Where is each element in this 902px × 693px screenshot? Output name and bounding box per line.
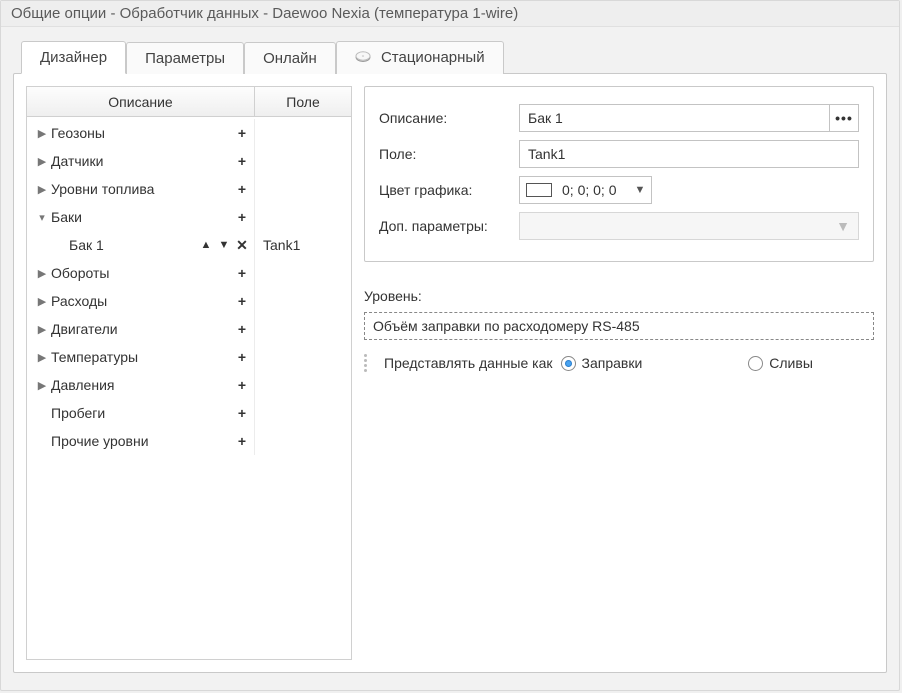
add-icon[interactable]: + <box>234 125 250 141</box>
properties-group: Описание: ••• Поле: <box>364 86 874 262</box>
tree-row-fuel-levels[interactable]: ▶Уровни топлива+ <box>27 175 351 203</box>
disk-icon <box>355 50 371 67</box>
field-input[interactable] <box>519 140 859 168</box>
expand-icon[interactable]: ▶ <box>35 155 49 168</box>
label-field: Поле: <box>379 146 519 162</box>
radio-drain[interactable]: Сливы <box>748 355 813 371</box>
tab-panel: Описание Поле ▶Геозоны+ ▶Датчики+ <box>13 73 887 673</box>
label-represent: Представлять данные как <box>384 355 553 371</box>
tree-node-label: Датчики <box>49 153 234 169</box>
collapse-icon[interactable]: ▾ <box>35 211 49 224</box>
tree-row-mileage[interactable]: ▶Пробеги+ <box>27 399 351 427</box>
represent-row: Представлять данные как Заправки Сливы <box>364 354 874 372</box>
label-description: Описание: <box>379 110 519 126</box>
tree-node-label: Пробеги <box>49 405 234 421</box>
level-dropzone[interactable]: Объём заправки по расходомеру RS-485 <box>364 312 874 340</box>
tree-node-label: Расходы <box>49 293 234 309</box>
chevron-down-icon: ▼ <box>634 184 645 196</box>
tab-online[interactable]: Онлайн <box>244 42 336 74</box>
tree-row-geozones[interactable]: ▶Геозоны+ <box>27 119 351 147</box>
tree-body: ▶Геозоны+ ▶Датчики+ ▶Уровни топлива+ <box>27 117 351 659</box>
label-level: Уровень: <box>364 288 874 304</box>
description-browse-button[interactable]: ••• <box>829 104 859 132</box>
window: Общие опции - Обработчик данных - Daewoo… <box>0 0 900 691</box>
tree-row-other-levels[interactable]: ▶Прочие уровни+ <box>27 427 351 455</box>
content-area: Дизайнер Параметры Онлайн Стационарный О… <box>1 27 899 687</box>
tree-row-sensors[interactable]: ▶Датчики+ <box>27 147 351 175</box>
tab-designer[interactable]: Дизайнер <box>21 41 126 74</box>
radio-icon <box>748 356 763 371</box>
tree-row-engines[interactable]: ▶Двигатели+ <box>27 315 351 343</box>
tree-node-label: Геозоны <box>49 125 234 141</box>
spacer: ▶ <box>35 407 49 420</box>
label-color: Цвет графика: <box>379 182 519 198</box>
expand-icon[interactable]: ▶ <box>35 351 49 364</box>
tree-node-label: Уровни топлива <box>49 181 234 197</box>
delete-icon[interactable]: ✕ <box>234 237 250 253</box>
level-text: Объём заправки по расходомеру RS-485 <box>373 318 640 334</box>
tree-node-label: Баки <box>49 209 234 225</box>
tree-node-label: Бак 1 <box>49 237 198 253</box>
add-icon[interactable]: + <box>234 321 250 337</box>
radio-label: Заправки <box>582 355 643 371</box>
tree-row-tanks[interactable]: ▾Баки+ <box>27 203 351 231</box>
expand-icon[interactable]: ▶ <box>35 295 49 308</box>
move-up-icon[interactable]: ▲ <box>198 237 214 253</box>
radio-label: Сливы <box>769 355 813 371</box>
add-icon[interactable]: + <box>234 405 250 421</box>
tree-row-tank1[interactable]: ▶ Бак 1 ▲ ▼ ✕ Tank1 <box>27 231 351 259</box>
expand-icon[interactable]: ▶ <box>35 267 49 280</box>
add-icon[interactable]: + <box>234 433 250 449</box>
tree-header: Описание Поле <box>27 87 351 117</box>
radio-fill[interactable]: Заправки <box>561 355 643 371</box>
tree-node-field: Tank1 <box>263 237 300 253</box>
radio-icon <box>561 356 576 371</box>
add-icon[interactable]: + <box>234 265 250 281</box>
expand-icon[interactable]: ▶ <box>35 323 49 336</box>
tree-panel: Описание Поле ▶Геозоны+ ▶Датчики+ <box>26 86 352 660</box>
tree-row-rpm[interactable]: ▶Обороты+ <box>27 259 351 287</box>
tree-node-label: Двигатели <box>49 321 234 337</box>
add-icon[interactable]: + <box>234 209 250 225</box>
add-icon[interactable]: + <box>234 181 250 197</box>
color-combo[interactable]: 0; 0; 0; 0 ▼ <box>519 176 652 204</box>
spacer: ▶ <box>35 435 49 448</box>
tab-label: Дизайнер <box>40 49 107 66</box>
expand-icon[interactable]: ▶ <box>35 127 49 140</box>
tab-stationary[interactable]: Стационарный <box>336 41 504 74</box>
tree-node-label: Прочие уровни <box>49 433 234 449</box>
spacer: ▶ <box>35 239 49 252</box>
window-title: Общие опции - Обработчик данных - Daewoo… <box>1 1 899 27</box>
tree-row-consumption[interactable]: ▶Расходы+ <box>27 287 351 315</box>
add-icon[interactable]: + <box>234 349 250 365</box>
label-extra: Доп. параметры: <box>379 218 519 234</box>
expand-icon[interactable]: ▶ <box>35 379 49 392</box>
properties-panel: Описание: ••• Поле: <box>352 86 874 660</box>
tab-label: Параметры <box>145 50 225 67</box>
tree-node-label: Давления <box>49 377 234 393</box>
tab-strip: Дизайнер Параметры Онлайн Стационарный <box>21 41 887 74</box>
move-down-icon[interactable]: ▼ <box>216 237 232 253</box>
chevron-down-icon: ▼ <box>836 218 850 234</box>
add-icon[interactable]: + <box>234 377 250 393</box>
tab-label: Стационарный <box>381 49 485 66</box>
tab-label: Онлайн <box>263 50 317 67</box>
tree-node-label: Температуры <box>49 349 234 365</box>
tree-header-field[interactable]: Поле <box>255 87 351 116</box>
tree-row-temperatures[interactable]: ▶Температуры+ <box>27 343 351 371</box>
add-icon[interactable]: + <box>234 153 250 169</box>
add-icon[interactable]: + <box>234 293 250 309</box>
tab-parameters[interactable]: Параметры <box>126 42 244 74</box>
description-input[interactable] <box>519 104 829 132</box>
expand-icon[interactable]: ▶ <box>35 183 49 196</box>
tree-node-label: Обороты <box>49 265 234 281</box>
grip-icon[interactable] <box>364 354 372 372</box>
tree-row-pressures[interactable]: ▶Давления+ <box>27 371 351 399</box>
color-swatch <box>526 183 552 197</box>
tree-header-description[interactable]: Описание <box>27 87 255 116</box>
extra-params-select: ▼ <box>519 212 859 240</box>
color-value: 0; 0; 0; 0 <box>562 182 616 198</box>
